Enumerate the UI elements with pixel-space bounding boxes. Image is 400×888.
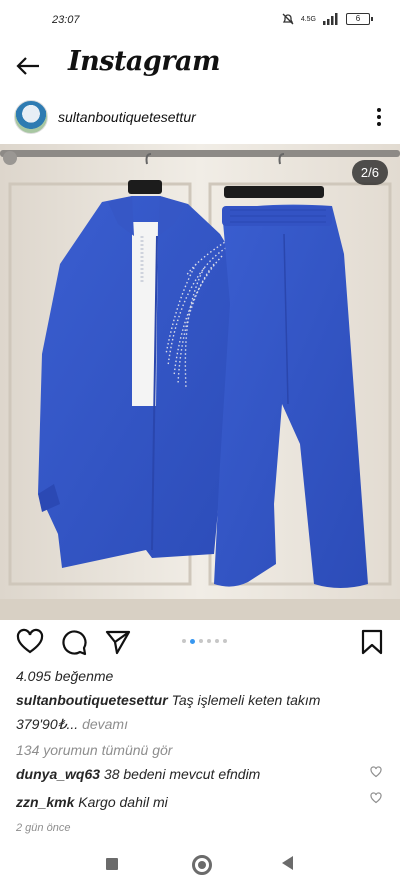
like-heart-icon[interactable]	[16, 628, 44, 656]
comment-text: Kargo dahil mi	[78, 794, 168, 810]
status-time: 23:07	[52, 14, 80, 26]
app-title: Instagram	[68, 46, 221, 77]
comment-text: 38 bedeni mevcut efndim	[103, 766, 261, 782]
more-link[interactable]: devamı	[82, 716, 128, 732]
carousel-dots	[182, 638, 227, 644]
more-options-icon[interactable]	[374, 106, 384, 128]
carousel-dot	[223, 639, 227, 643]
carousel-dot-active	[190, 638, 195, 644]
post-username[interactable]: sultanboutiquetesettur	[58, 109, 196, 125]
caption: sultanboutiquetesettur Taş işlemeli kete…	[16, 692, 320, 708]
back-arrow-icon[interactable]	[14, 52, 42, 80]
system-nav-bar	[0, 838, 400, 888]
signal-icon	[323, 13, 338, 25]
post-header: sultanboutiquetesettur	[0, 96, 400, 140]
status-bar: 23:07 4.5G 6	[0, 0, 400, 42]
comment-like-heart-icon[interactable]	[370, 766, 382, 778]
caption-line-2: 379'90₺... devamı	[16, 716, 128, 733]
comment-like-heart-icon[interactable]	[370, 792, 382, 804]
likes-count[interactable]: 4.095 beğenme	[16, 668, 113, 684]
recents-icon[interactable]	[106, 858, 118, 870]
comment-row: dunya_wq63 38 bedeni mevcut efndim	[16, 766, 260, 782]
network-label: 4.5G	[300, 15, 316, 23]
status-icons: 4.5G 6	[281, 12, 373, 26]
view-comments-link[interactable]: 134 yorumun tümünü gör	[16, 742, 172, 758]
comment-username[interactable]: zzn_kmk	[16, 794, 74, 810]
carousel-dot	[215, 639, 219, 643]
bookmark-icon[interactable]	[358, 628, 386, 656]
battery-icon: 6	[346, 13, 373, 25]
app-header: Instagram	[0, 42, 400, 90]
carousel-dot	[207, 639, 211, 643]
system-back-icon[interactable]	[282, 856, 293, 870]
caption-price: 379'90₺...	[16, 716, 79, 732]
home-icon[interactable]	[192, 855, 212, 875]
caption-text: Taş işlemeli keten takım	[171, 692, 321, 708]
product-photo	[0, 144, 400, 620]
page-indicator-badge: 2/6	[351, 160, 388, 185]
mute-icon	[282, 13, 294, 25]
avatar[interactable]	[14, 100, 48, 134]
post-image[interactable]: 2/6	[0, 144, 400, 620]
comment-row: zzn_kmk Kargo dahil mi	[16, 794, 168, 810]
comment-icon[interactable]	[60, 628, 88, 656]
action-row	[0, 624, 400, 660]
post-timestamp: 2 gün önce	[16, 822, 71, 834]
comment-username[interactable]: dunya_wq63	[16, 766, 100, 782]
caption-username[interactable]: sultanboutiquetesettur	[16, 692, 168, 708]
share-icon[interactable]	[104, 628, 132, 656]
carousel-dot	[199, 639, 203, 643]
carousel-dot	[182, 639, 186, 643]
